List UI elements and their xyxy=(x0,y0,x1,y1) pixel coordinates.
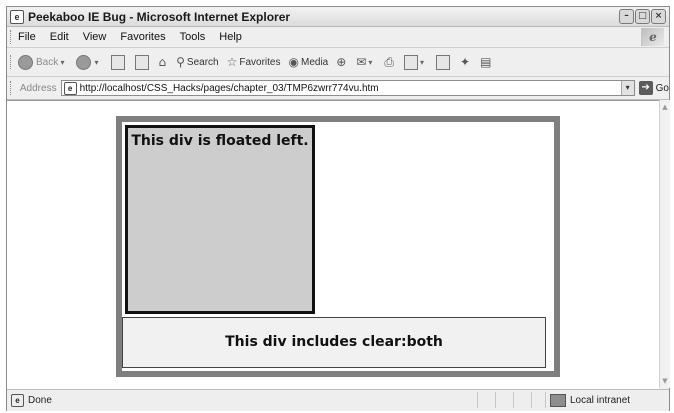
menu-file[interactable]: File xyxy=(18,31,36,43)
title-bar[interactable]: e Peekaboo IE Bug - Microsoft Internet E… xyxy=(7,7,669,27)
window-controls: – □ × xyxy=(619,9,666,24)
address-dropdown-icon[interactable]: ▾ xyxy=(620,81,634,95)
search-button[interactable]: ⚲ Search xyxy=(176,55,218,69)
address-url[interactable]: http://localhost/CSS_Hacks/pages/chapter… xyxy=(80,83,621,94)
media-icon: ◉ xyxy=(288,55,299,69)
menu-bar: File Edit View Favorites Tools Help e xyxy=(7,27,669,48)
discuss-button[interactable] xyxy=(436,54,452,70)
status-pane xyxy=(495,392,513,408)
status-pane xyxy=(513,392,531,408)
address-input[interactable]: e http://localhost/CSS_Hacks/pages/chapt… xyxy=(60,80,635,96)
windows-logo-icon: e xyxy=(641,28,664,46)
forward-button[interactable]: ▾ xyxy=(76,54,102,70)
page-icon: e xyxy=(63,81,77,95)
star-icon: ☆ xyxy=(226,55,238,69)
scroll-down-icon[interactable]: ▼ xyxy=(660,376,670,386)
chevron-down-icon: ▾ xyxy=(94,57,99,67)
messenger-icon: ✦ xyxy=(460,55,471,69)
window-title: Peekaboo IE Bug - Microsoft Internet Exp… xyxy=(28,9,291,24)
go-arrow-icon: ➔ xyxy=(638,81,653,95)
stop-icon xyxy=(110,54,125,70)
print-icon: ⎙ xyxy=(384,54,394,69)
search-icon: ⚲ xyxy=(176,55,185,69)
vertical-scrollbar[interactable]: ▲ ▼ xyxy=(659,100,670,388)
back-label: Back xyxy=(36,56,59,68)
menu-help[interactable]: Help xyxy=(219,31,242,43)
address-bar: Address e http://localhost/CSS_Hacks/pag… xyxy=(7,77,669,100)
refresh-button[interactable] xyxy=(134,54,151,70)
media-button[interactable]: ◉ Media xyxy=(289,55,329,69)
edit-button[interactable]: ▾ xyxy=(403,54,428,70)
scroll-up-icon[interactable]: ▲ xyxy=(660,102,670,112)
home-button[interactable]: ⌂ xyxy=(159,55,169,69)
menu-tools[interactable]: Tools xyxy=(180,31,206,43)
history-button[interactable]: ⊕ xyxy=(336,55,348,69)
zone-text: Local intranet xyxy=(570,394,631,406)
status-pane xyxy=(477,392,495,408)
status-panes xyxy=(477,392,549,408)
media-label: Media xyxy=(300,56,329,68)
chevron-down-icon: ▾ xyxy=(419,57,424,67)
page-viewport[interactable]: This div is floated left. This div inclu… xyxy=(7,100,659,389)
print-button[interactable]: ⎙ xyxy=(384,55,396,70)
menu-favorites[interactable]: Favorites xyxy=(120,31,165,43)
container-div: This div is floated left. This div inclu… xyxy=(116,116,560,377)
status-text: Done xyxy=(28,395,52,406)
menu-view[interactable]: View xyxy=(83,31,107,43)
chevron-down-icon: ▾ xyxy=(58,57,65,67)
maximize-button[interactable]: □ xyxy=(635,9,650,24)
back-arrow-icon xyxy=(18,54,33,70)
toolbar-grip[interactable] xyxy=(10,30,14,44)
edit-icon xyxy=(403,54,418,70)
chevron-down-icon: ▾ xyxy=(368,57,373,67)
history-icon: ⊕ xyxy=(336,55,347,69)
favorites-label: Favorites xyxy=(239,56,281,68)
standard-toolbar: Back ▾ ▾ ⌂ ⚲ Search ☆ Favorites ◉ Media xyxy=(7,48,669,77)
search-label: Search xyxy=(186,56,219,68)
menu-edit[interactable]: Edit xyxy=(50,31,69,43)
clear-both-div: This div includes clear:both xyxy=(122,317,546,368)
toolbar-grip[interactable] xyxy=(10,55,14,69)
address-label: Address xyxy=(19,82,57,94)
ie-icon: e xyxy=(10,9,24,24)
forward-arrow-icon xyxy=(76,54,92,70)
mail-button[interactable]: ✉ ▾ xyxy=(356,55,376,69)
floated-div: This div is floated left. xyxy=(125,125,315,314)
security-zone[interactable]: Local intranet xyxy=(545,392,630,408)
refresh-icon xyxy=(134,54,149,70)
home-icon: ⌂ xyxy=(158,55,167,69)
intranet-icon xyxy=(550,393,566,407)
toolbar-grip[interactable] xyxy=(10,81,14,95)
status-bar: e Done Local intranet xyxy=(7,389,669,411)
minimize-button[interactable]: – xyxy=(619,9,634,24)
discuss-icon xyxy=(436,54,450,70)
close-button[interactable]: × xyxy=(651,9,666,24)
favorites-button[interactable]: ☆ Favorites xyxy=(227,55,281,69)
mail-icon: ✉ xyxy=(356,55,367,69)
messenger-button[interactable]: ✦ xyxy=(460,55,472,69)
research-icon: ▤ xyxy=(480,55,492,69)
go-button[interactable]: ➔ Go xyxy=(638,81,669,95)
stop-button[interactable] xyxy=(110,54,127,70)
container-inner: This div is floated left. This div inclu… xyxy=(122,122,554,371)
browser-window: e Peekaboo IE Bug - Microsoft Internet E… xyxy=(6,6,670,411)
page-status-icon: e xyxy=(11,394,24,407)
go-label: Go xyxy=(655,82,669,94)
back-button[interactable]: Back ▾ xyxy=(18,54,68,70)
research-button[interactable]: ▤ xyxy=(480,55,493,69)
